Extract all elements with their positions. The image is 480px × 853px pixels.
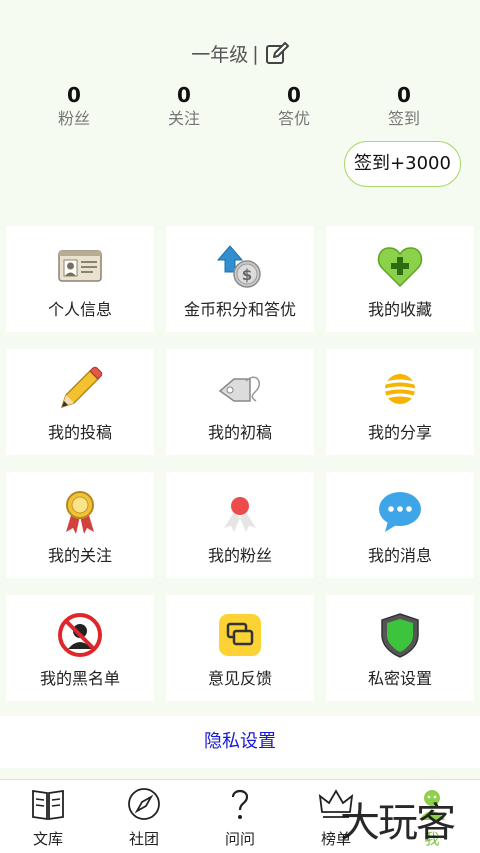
privacy-settings-link[interactable]: 隐私设置 (0, 716, 480, 768)
question-icon (231, 789, 249, 819)
stat-checkins-label: 签到 (387, 109, 420, 128)
stat-fans[interactable]: 0 粉丝 (29, 82, 119, 130)
menu-label: 金币积分和答优 (183, 300, 296, 319)
menu-my-submissions[interactable]: 我的投稿 (6, 349, 154, 455)
stat-following-value: 0 (177, 83, 191, 107)
blocked-icon (58, 613, 102, 657)
menu-favorites[interactable]: 我的收藏 (326, 226, 474, 332)
menu-my-shares[interactable]: 我的分享 (326, 349, 474, 455)
shield-icon (381, 613, 419, 658)
stat-fans-value: 0 (67, 83, 81, 107)
grade-label: 一年级 (191, 44, 249, 66)
menu-private-settings[interactable]: 私密设置 (326, 595, 474, 701)
compass-icon (128, 788, 160, 820)
chat-bubble-icon (379, 492, 421, 532)
menu-label: 我的收藏 (367, 300, 432, 319)
menu-label: 个人信息 (47, 300, 112, 319)
share-ball-icon (384, 374, 416, 404)
nav-label: 问问 (224, 830, 255, 848)
menu-label: 我的消息 (367, 546, 432, 565)
profile-header: 一年级 | 0 粉丝 0 关注 0 答优 0 签到 签到+3000 (0, 0, 480, 222)
menu-label: 我的粉丝 (207, 546, 272, 565)
watermark-logo: 大玩客 (340, 800, 456, 846)
menu-my-drafts[interactable]: 我的初稿 (166, 349, 314, 455)
medal-icon (66, 491, 94, 534)
edit-icon[interactable] (265, 41, 289, 66)
stat-best-answers-value: 0 (287, 83, 301, 107)
stat-checkins[interactable]: 0 签到 (359, 82, 449, 130)
book-icon (32, 789, 64, 821)
menu-coins-points[interactable]: $ 金币积分和答优 (166, 226, 314, 332)
grade-row: 一年级 | (0, 40, 480, 67)
heart-plus-icon (377, 247, 423, 288)
menu-label: 我的初稿 (207, 423, 272, 442)
stat-best-answers[interactable]: 0 答优 (249, 82, 339, 130)
stat-following-label: 关注 (167, 109, 200, 128)
stat-best-answers-label: 答优 (277, 109, 310, 128)
menu-label: 我的黑名单 (39, 669, 120, 688)
nav-clubs[interactable]: 社团 (96, 780, 192, 853)
stat-following[interactable]: 0 关注 (139, 82, 229, 130)
menu-blacklist[interactable]: 我的黑名单 (6, 595, 154, 701)
svg-text:$: $ (242, 266, 252, 284)
pencil-icon (60, 366, 103, 409)
menu-personal-info[interactable]: 个人信息 (6, 226, 154, 332)
menu-label: 我的关注 (47, 546, 112, 565)
menu-my-following[interactable]: 我的关注 (6, 472, 154, 578)
grade-separator: | (252, 42, 259, 65)
checkin-button[interactable]: 签到+3000 (344, 141, 461, 187)
menu-my-messages[interactable]: 我的消息 (326, 472, 474, 578)
coin-upload-icon: $ (216, 245, 261, 288)
nav-questions[interactable]: 问问 (192, 780, 288, 853)
feedback-icon (219, 614, 261, 656)
menu-my-fans[interactable]: 我的粉丝 (166, 472, 314, 578)
stat-fans-label: 粉丝 (57, 109, 90, 128)
nav-label: 文库 (32, 830, 63, 848)
stats-row: 0 粉丝 0 关注 0 答优 0 签到 (0, 82, 480, 132)
menu-label: 我的投稿 (47, 423, 112, 442)
menu-label: 意见反馈 (207, 669, 272, 688)
stat-checkins-value: 0 (397, 83, 411, 107)
ribbon-icon (224, 497, 256, 532)
menu-label: 私密设置 (367, 669, 432, 688)
menu-feedback[interactable]: 意见反馈 (166, 595, 314, 701)
menu-label: 我的分享 (367, 423, 432, 442)
nav-library[interactable]: 文库 (0, 780, 96, 853)
id-card-icon (58, 250, 102, 282)
nav-label: 社团 (128, 830, 159, 848)
tag-icon (218, 376, 260, 402)
